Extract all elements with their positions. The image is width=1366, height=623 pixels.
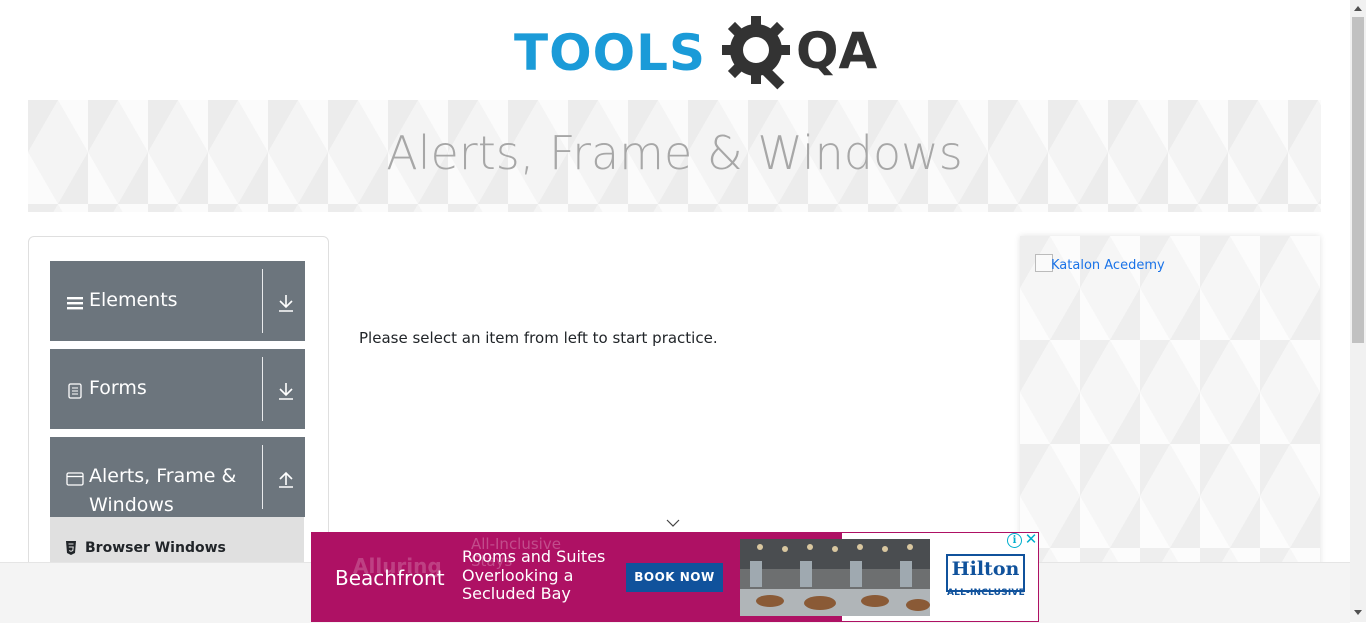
- instruction-message: Please select an item from left to start…: [359, 329, 718, 347]
- page-title: Alerts, Frame & Windows: [386, 126, 963, 180]
- ad-headline: Beachfront: [335, 566, 445, 590]
- ad-info-icon[interactable]: i: [1007, 533, 1022, 548]
- gear-magnifier-icon: [722, 16, 790, 90]
- sidebar-group-elements[interactable]: Elements: [50, 261, 305, 341]
- sidebar-group-label: Elements: [89, 289, 178, 311]
- ad-close-icon[interactable]: ✕: [1024, 532, 1038, 547]
- ad-subheadline: Rooms and Suites Overlooking a Secluded …: [462, 547, 606, 603]
- hilton-tagline: ALL-INCLUSIVE: [947, 588, 1025, 598]
- sidebar-group-forms[interactable]: Forms: [50, 349, 305, 429]
- group-divider: [262, 445, 263, 509]
- download-arrow-icon[interactable]: [277, 381, 295, 401]
- group-divider: [262, 357, 263, 421]
- download-arrow-icon[interactable]: [277, 293, 295, 313]
- scroll-up-icon[interactable]: [1354, 6, 1362, 11]
- hilton-logo: Hilton: [946, 554, 1025, 592]
- restaurant-photo-icon: [740, 539, 930, 616]
- scroll-thumb[interactable]: [1352, 17, 1364, 343]
- sidebar-group-label-line-1: Alerts, Frame &: [89, 465, 237, 487]
- logo-text-tools: TOOLS: [514, 24, 706, 82]
- upload-arrow-icon[interactable]: [277, 469, 295, 489]
- book-now-button[interactable]: BOOK NOW: [626, 563, 723, 592]
- sidebar-group-label-line-2: Windows: [89, 494, 174, 516]
- form-icon: [68, 383, 82, 399]
- chevron-down-icon[interactable]: [666, 518, 680, 528]
- page-banner: Alerts, Frame & Windows: [28, 100, 1321, 212]
- sidebar-group-label: Forms: [89, 377, 147, 399]
- ad-alt-text[interactable]: Katalon Acedemy: [1051, 258, 1165, 273]
- html5-icon: [66, 541, 76, 555]
- right-ad-panel[interactable]: Katalon Acedemy: [1020, 236, 1320, 576]
- ad-photo: [740, 539, 930, 616]
- left-panel: Elements Forms Alerts, Frame & Windows B…: [28, 236, 329, 578]
- sidebar-item-label: Browser Windows: [85, 540, 226, 556]
- hilton-brand: Hilton: [951, 558, 1020, 580]
- hamburger-icon: [67, 297, 83, 310]
- logo-text-qa: QA: [796, 22, 878, 80]
- window-icon: [66, 472, 84, 486]
- group-divider: [262, 269, 263, 333]
- toolsqa-logo[interactable]: TOOLS QA: [514, 14, 877, 92]
- page-scrollbar[interactable]: [1350, 0, 1366, 622]
- hilton-banner-ad[interactable]: Alluring All-Inclusive Stays Beachfront …: [311, 532, 1039, 622]
- scroll-down-icon[interactable]: [1354, 610, 1362, 615]
- sidebar-group-alerts-frame-windows[interactable]: Alerts, Frame & Windows: [50, 437, 305, 517]
